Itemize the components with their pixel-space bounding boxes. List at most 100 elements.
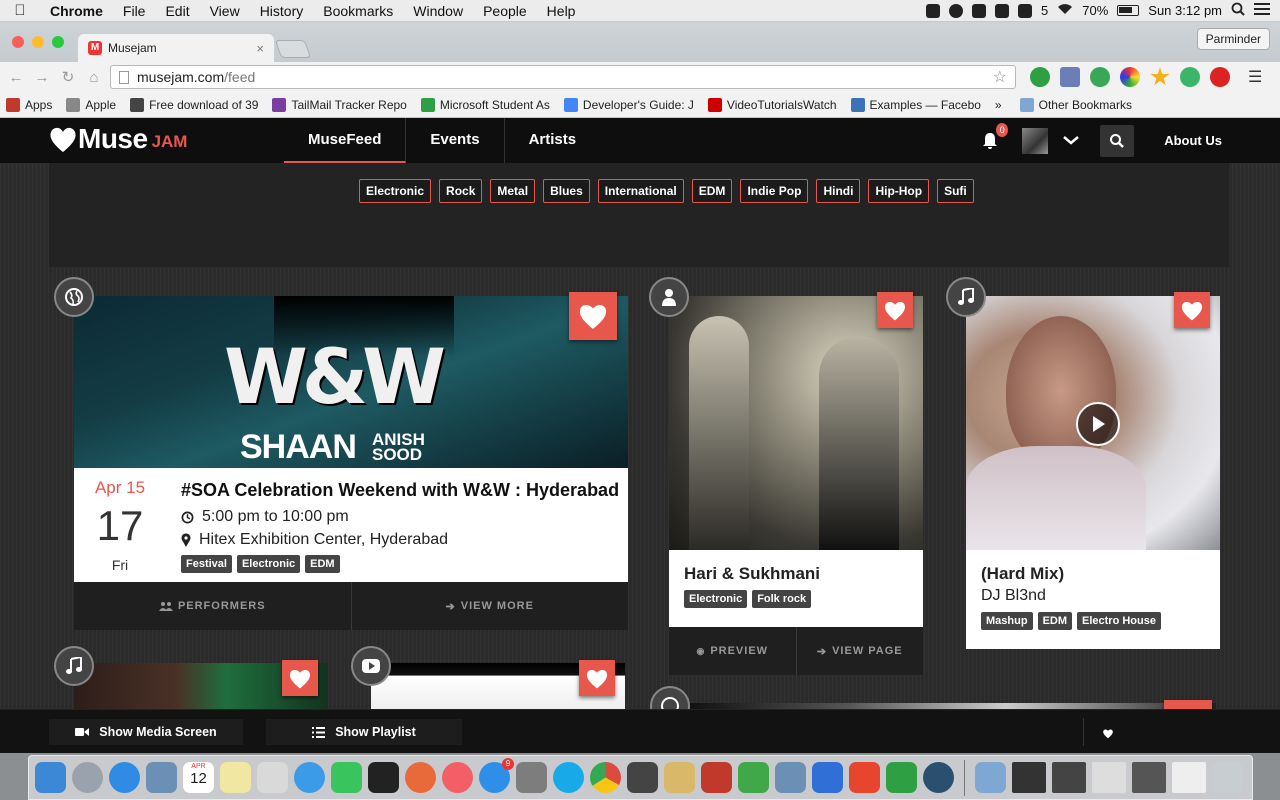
skype-icon[interactable] <box>553 762 584 793</box>
preview-icon[interactable] <box>146 762 177 793</box>
menu-file[interactable]: File <box>113 3 156 19</box>
sourcetree-icon[interactable] <box>923 762 954 793</box>
nav-artists[interactable]: Artists <box>505 118 601 163</box>
performers-button[interactable]: PERFORMERS <box>74 582 351 630</box>
artist-photo[interactable] <box>669 296 923 550</box>
minimized-window-thumbnail[interactable] <box>1012 762 1046 793</box>
reload-icon[interactable]: ↻ <box>58 68 78 86</box>
event-title[interactable]: #SOA Celebration Weekend with W&W : Hyde… <box>181 480 621 501</box>
event-poster-image[interactable]: W&W SHAAN ANISH SOOD <box>74 296 628 468</box>
tag-electronic[interactable]: Electronic <box>236 555 301 573</box>
favorites-heart-icon[interactable] <box>1102 726 1114 744</box>
event-card-body[interactable]: Apr 15 17 Fri #SOA Celebration Weekend w… <box>74 468 628 582</box>
song-thumbnail[interactable] <box>966 296 1220 550</box>
feed-card-thumbnail[interactable] <box>690 703 1216 709</box>
preview-button[interactable]: ◉ PREVIEW <box>669 627 796 675</box>
toggl-extension-icon[interactable] <box>1090 67 1110 87</box>
itunes-icon[interactable] <box>442 762 473 793</box>
new-tab-button[interactable] <box>274 40 312 58</box>
tag-electronic[interactable]: Electronic <box>684 590 748 608</box>
profile-button[interactable]: Parminder <box>1196 28 1270 50</box>
artist-favorite-button[interactable] <box>877 292 913 328</box>
tag-edm[interactable]: EDM <box>305 555 340 573</box>
close-window-button[interactable] <box>12 36 24 48</box>
song-artist[interactable]: DJ Bl3nd <box>981 587 1046 605</box>
status-icon[interactable] <box>995 3 1010 18</box>
tag-electro-house[interactable]: Electro House <box>1077 612 1161 630</box>
powerpoint-icon[interactable] <box>849 762 880 793</box>
favorite-heart-button[interactable] <box>1164 700 1212 709</box>
photos-icon[interactable] <box>257 762 288 793</box>
minimize-window-button[interactable] <box>32 36 44 48</box>
menu-view[interactable]: View <box>200 3 250 19</box>
system-preferences-icon[interactable] <box>516 762 547 793</box>
adobe-status-icon[interactable] <box>1018 3 1033 18</box>
artist-card-body[interactable]: Hari & Sukhmani Electronic Folk rock <box>669 550 923 627</box>
sequel-pro-icon[interactable] <box>664 762 695 793</box>
calendar-icon[interactable]: APR 12 <box>183 762 214 793</box>
messages-icon[interactable] <box>294 762 325 793</box>
tag-edm[interactable]: EDM <box>1037 612 1073 630</box>
wifi-icon[interactable] <box>1057 3 1073 18</box>
color-extension-icon[interactable] <box>1120 67 1140 87</box>
chrome-icon[interactable] <box>590 762 621 793</box>
favorite-heart-button[interactable] <box>579 660 615 696</box>
php-extension-icon[interactable] <box>1060 67 1080 87</box>
word-icon[interactable] <box>812 762 843 793</box>
musejam-logo[interactable]: Muse JAM <box>48 124 187 154</box>
play-icon[interactable] <box>1076 402 1120 446</box>
safari-icon[interactable] <box>109 762 140 793</box>
nav-musefeed[interactable]: MuseFeed <box>284 118 407 163</box>
about-us-link[interactable]: About Us <box>1164 133 1222 148</box>
evernote-status-icon[interactable] <box>926 3 941 18</box>
bookmark-microsoft-student[interactable]: Microsoft Student As <box>420 97 550 112</box>
chat-status-icon[interactable] <box>949 3 964 18</box>
finder-icon[interactable] <box>35 762 66 793</box>
minimized-window-thumbnail[interactable] <box>1092 762 1126 793</box>
bookmark-videotutorials[interactable]: VideoTutorialsWatch <box>707 97 837 112</box>
bookmark-free-download[interactable]: Free download of 39 <box>130 97 258 112</box>
tag-festival[interactable]: Festival <box>181 555 232 573</box>
minimized-window-thumbnail[interactable] <box>1132 762 1166 793</box>
excel-icon[interactable] <box>886 762 917 793</box>
facetime-icon[interactable] <box>331 762 362 793</box>
forward-icon[interactable]: → <box>32 69 52 86</box>
notes-icon[interactable] <box>220 762 251 793</box>
notification-status-icon[interactable] <box>972 3 987 18</box>
adblock-extension-icon[interactable] <box>1210 67 1230 87</box>
launchpad-icon[interactable] <box>72 762 103 793</box>
user-avatar[interactable] <box>1022 127 1049 154</box>
minimized-window-thumbnail[interactable] <box>1052 762 1086 793</box>
menu-help[interactable]: Help <box>537 3 586 19</box>
genre-chip-indie-pop[interactable]: Indie Pop <box>740 179 809 203</box>
sublime-text-icon[interactable] <box>627 762 658 793</box>
bookmark-examples-facebook[interactable]: Examples — Facebo <box>850 97 981 112</box>
menu-history[interactable]: History <box>250 3 314 19</box>
genre-chip-metal[interactable]: Metal <box>490 179 536 203</box>
genre-chip-rock[interactable]: Rock <box>439 179 483 203</box>
notification-center-icon[interactable] <box>1254 3 1270 18</box>
artist-name[interactable]: Hari & Sukhmani <box>684 564 820 584</box>
nav-events[interactable]: Events <box>406 118 505 163</box>
home-icon[interactable]: ⌂ <box>84 69 104 86</box>
song-card-body[interactable]: (Hard Mix) DJ Bl3nd Mashup EDM Electro H… <box>966 550 1220 649</box>
tag-mashup[interactable]: Mashup <box>981 612 1033 630</box>
apple-menu-icon[interactable]:  <box>0 2 40 19</box>
spotlight-icon[interactable] <box>1231 2 1245 19</box>
address-bar[interactable]: musejam.com/feed ☆ <box>110 65 1016 89</box>
tag-folk-rock[interactable]: Folk rock <box>752 590 812 608</box>
bookmark-apps[interactable]: Apps <box>6 97 52 112</box>
grammarly-extension-icon[interactable] <box>1030 67 1050 87</box>
show-playlist-button[interactable]: Show Playlist <box>266 719 462 745</box>
search-button[interactable] <box>1100 124 1135 157</box>
genre-chip-electronic[interactable]: Electronic <box>359 179 432 203</box>
battery-icon[interactable] <box>1117 5 1140 16</box>
filezilla-icon[interactable] <box>701 762 732 793</box>
favorite-heart-button[interactable] <box>569 292 617 340</box>
show-media-screen-button[interactable]: Show Media Screen <box>49 719 243 745</box>
minimized-window-thumbnail[interactable] <box>1172 762 1206 793</box>
rocket-icon[interactable] <box>405 762 436 793</box>
menu-app-name[interactable]: Chrome <box>40 3 113 19</box>
genre-chip-hindi[interactable]: Hindi <box>816 179 861 203</box>
star-extension-icon[interactable] <box>1150 67 1170 86</box>
